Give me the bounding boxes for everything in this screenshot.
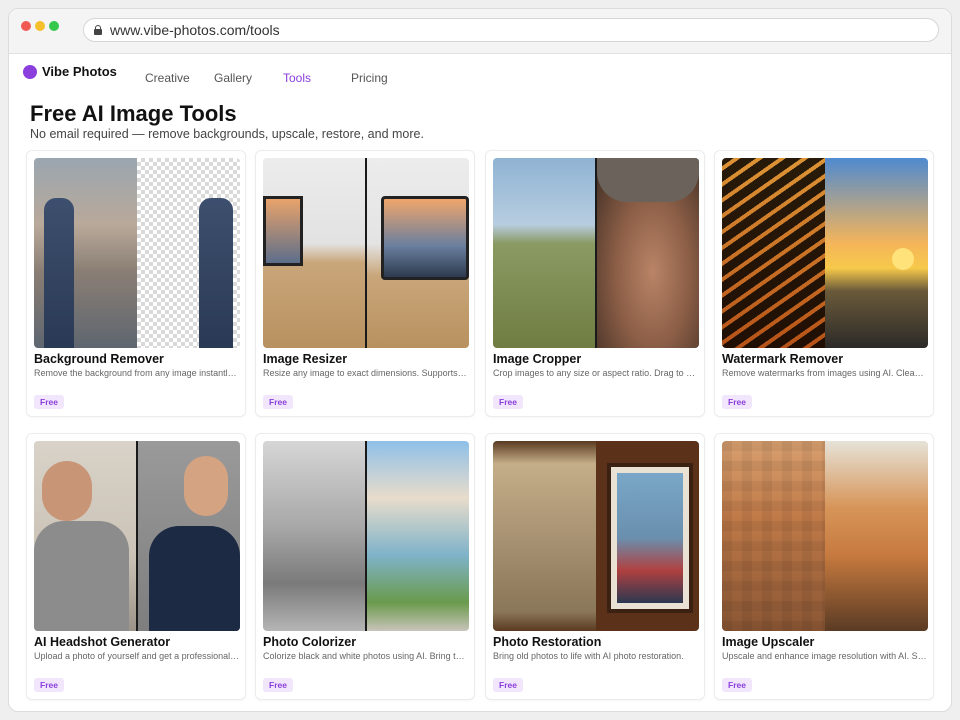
tool-thumbnail <box>722 158 928 348</box>
free-badge: Free <box>263 395 293 409</box>
free-badge: Free <box>493 395 523 409</box>
tool-thumbnail <box>34 158 240 348</box>
tool-thumbnail <box>493 441 699 631</box>
browser-window: www.vibe-photos.com/tools Vibe Photos Cr… <box>8 8 952 712</box>
tool-card-background-remover[interactable]: Background Remover Remove the background… <box>26 150 246 417</box>
free-badge: Free <box>263 678 293 692</box>
tool-card-photo-restoration[interactable]: Photo Restoration Bring old photos to li… <box>485 433 705 700</box>
tool-thumbnail <box>493 158 699 348</box>
tool-card-description: Upload a photo of yourself and get a pro… <box>34 651 240 661</box>
tool-card-photo-colorizer[interactable]: Photo Colorizer Colorize black and white… <box>255 433 475 700</box>
free-badge: Free <box>34 678 64 692</box>
tool-card-ai-headshot-generator[interactable]: AI Headshot Generator Upload a photo of … <box>26 433 246 700</box>
tool-card-image-cropper[interactable]: Image Cropper Crop images to any size or… <box>485 150 705 417</box>
tool-card-title: Image Cropper <box>493 352 582 366</box>
brand-name: Vibe Photos <box>42 64 117 79</box>
page-subtitle: No email required — remove backgrounds, … <box>30 127 424 141</box>
nav-link-gallery[interactable]: Gallery <box>214 71 252 85</box>
free-badge: Free <box>34 395 64 409</box>
tool-card-title: Photo Restoration <box>493 635 602 649</box>
address-bar[interactable]: www.vibe-photos.com/tools <box>83 18 939 42</box>
page-title: Free AI Image Tools <box>30 101 237 126</box>
tool-card-description: Remove the background from any image ins… <box>34 368 240 378</box>
tool-card-title: Watermark Remover <box>722 352 844 366</box>
tool-card-title: AI Headshot Generator <box>34 635 171 649</box>
lock-icon <box>94 25 102 35</box>
site-nav: Vibe Photos Creative Gallery Tools Prici… <box>9 55 951 89</box>
tool-card-description: Upscale and enhance image resolution wit… <box>722 651 928 661</box>
maximize-window-button[interactable] <box>49 21 59 31</box>
tool-thumbnail <box>263 158 469 348</box>
tool-card-description: Resize any image to exact dimensions. Su… <box>263 368 469 378</box>
tool-card-title: Image Resizer <box>263 352 348 366</box>
tool-card-description: Remove watermarks from images using AI. … <box>722 368 928 378</box>
tool-card-title: Background Remover <box>34 352 164 366</box>
tool-card-watermark-remover[interactable]: Watermark Remover Remove watermarks from… <box>714 150 934 417</box>
tool-card-description: Bring old photos to life with AI photo r… <box>493 651 684 661</box>
tool-card-image-upscaler[interactable]: Image Upscaler Upscale and enhance image… <box>714 433 934 700</box>
nav-link-pricing[interactable]: Pricing <box>351 71 388 85</box>
tool-card-image-resizer[interactable]: Image Resizer Resize any image to exact … <box>255 150 475 417</box>
tool-card-description: Crop images to any size or aspect ratio.… <box>493 368 699 378</box>
nav-link-creative[interactable]: Creative <box>145 71 190 85</box>
tool-card-title: Image Upscaler <box>722 635 815 649</box>
tool-card-description: Colorize black and white photos using AI… <box>263 651 469 661</box>
close-window-button[interactable] <box>21 21 31 31</box>
free-badge: Free <box>722 678 752 692</box>
free-badge: Free <box>493 678 523 692</box>
tool-card-title: Photo Colorizer <box>263 635 357 649</box>
minimize-window-button[interactable] <box>35 21 45 31</box>
tool-thumbnail <box>34 441 240 631</box>
free-badge: Free <box>722 395 752 409</box>
nav-link-tools[interactable]: Tools <box>283 71 311 85</box>
tool-thumbnail <box>722 441 928 631</box>
tool-thumbnail <box>263 441 469 631</box>
brand-logo-link[interactable]: Vibe Photos <box>23 64 117 79</box>
browser-titlebar: www.vibe-photos.com/tools <box>9 9 951 54</box>
brand-logo-icon <box>23 64 37 79</box>
url-text: www.vibe-photos.com/tools <box>110 22 280 38</box>
